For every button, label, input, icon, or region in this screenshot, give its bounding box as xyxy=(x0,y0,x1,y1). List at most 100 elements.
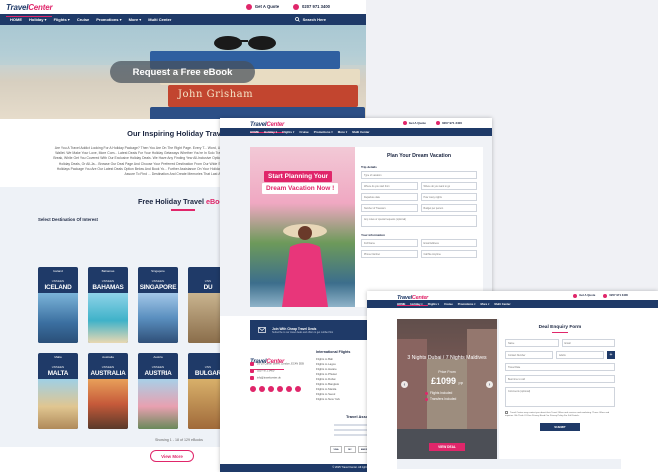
contact-number-input[interactable]: Contact Number xyxy=(505,351,553,359)
card-image xyxy=(138,379,178,429)
footer-link[interactable]: Flights to Phuket xyxy=(316,372,337,376)
facebook-icon[interactable] xyxy=(250,386,256,392)
nav-cruise[interactable]: Cruise xyxy=(77,17,89,22)
nav-home[interactable]: HOME xyxy=(10,17,22,22)
nav-flights[interactable]: Flights ▾ xyxy=(282,130,294,134)
nav-home[interactable]: HOME xyxy=(397,302,405,306)
footer-link[interactable]: Flights to Manila xyxy=(316,387,336,391)
special-requests-input[interactable]: Any notes or special requests (optional) xyxy=(361,215,477,227)
footer-link[interactable]: Flights to Bali xyxy=(316,357,333,361)
nav-holiday[interactable]: Holiday ▾ xyxy=(29,17,47,22)
best-time-select[interactable]: Best time to call xyxy=(505,375,615,383)
nav-more[interactable]: More ▾ xyxy=(338,130,348,134)
card-name: MALTA xyxy=(47,370,69,377)
footer-link[interactable]: Flights to Dubai xyxy=(316,377,335,381)
twitter-icon[interactable] xyxy=(259,386,265,392)
header-contacts: Get A Quote 0207 971 3400 xyxy=(573,293,628,298)
nav-more[interactable]: More ▾ xyxy=(129,17,142,22)
phone-link[interactable]: 0207 971 3400 xyxy=(293,4,330,10)
checkbox-icon[interactable] xyxy=(505,411,508,414)
nav-more[interactable]: More ▾ xyxy=(481,302,490,306)
vacation-type-select[interactable]: Type of vacation xyxy=(361,171,477,179)
nav-multi-center[interactable]: Multi Center xyxy=(494,302,510,306)
youtube-icon[interactable] xyxy=(277,386,283,392)
phone-icon xyxy=(435,121,440,126)
ebook-card-singapore[interactable]: Singapore UNSEEN SINGAPORE xyxy=(138,267,178,343)
phone-input[interactable]: Phone Number xyxy=(361,250,418,258)
search-icon xyxy=(294,17,300,22)
ebook-card-malta[interactable]: Malta UNSEEN MALTA xyxy=(38,353,78,429)
email-input[interactable]: Email Address xyxy=(420,239,477,247)
ebook-card-austria[interactable]: Austria UNSEEN AUSTRIA xyxy=(138,353,178,429)
travelers-select[interactable]: Number of Travelers xyxy=(361,204,418,212)
instagram-icon[interactable] xyxy=(268,386,274,392)
promo-line-2: Dream Vacation Now ! xyxy=(262,183,339,194)
woman-with-hat-image xyxy=(282,224,328,307)
submit-button[interactable]: SUBMIT xyxy=(540,423,580,432)
nav-multi-center[interactable]: Multi Center xyxy=(148,17,171,22)
nav-flights[interactable]: Flights ▾ xyxy=(54,17,70,22)
view-deal-button[interactable]: VIEW DEAL xyxy=(429,443,465,451)
view-more-button[interactable]: View More xyxy=(150,450,194,462)
pinterest-icon[interactable] xyxy=(295,386,301,392)
card-pre: UNSEEN xyxy=(101,280,115,283)
ebook-card-bahamas[interactable]: Bahamas UNSEEN BAHAMAS xyxy=(88,267,128,343)
consent-checkbox[interactable]: Travel Center may contact you about thei… xyxy=(505,411,615,418)
phone-link[interactable]: 0207 971 3400 xyxy=(603,293,628,298)
ebook-card-iceland[interactable]: Iceland UNSEEN ICELAND xyxy=(38,267,78,343)
footer-link[interactable]: Flights to Lagos xyxy=(316,362,336,366)
card-image xyxy=(38,379,78,429)
footer-phone[interactable]: 0207 971 3400 xyxy=(250,369,274,373)
nav-home[interactable]: HOME xyxy=(250,130,259,134)
promo-line-1: Start Planning Your xyxy=(264,171,333,182)
name-input[interactable]: Name xyxy=(505,339,559,347)
site-logo[interactable]: TravelCenter xyxy=(6,0,53,17)
nav-flights[interactable]: Flights ▾ xyxy=(428,302,439,306)
nights-select[interactable]: How many nights xyxy=(420,193,477,201)
get-quote-link[interactable]: Get A Quote xyxy=(245,4,279,10)
nav-holiday[interactable]: Holiday ▾ xyxy=(410,302,422,306)
nav-promotions[interactable]: Promotions ▾ xyxy=(314,130,333,134)
promo-image: Start Planning Your Dream Vacation Now ! xyxy=(250,147,360,307)
nav-multi-center[interactable]: Multi Center xyxy=(352,130,369,134)
start-from-input[interactable]: Where do you start from xyxy=(361,182,418,190)
card-pre: UNSEEN xyxy=(101,366,115,369)
nav-promotions[interactable]: Promotions ▾ xyxy=(458,302,476,306)
prev-arrow-icon[interactable]: ‹ xyxy=(401,381,408,388)
adults-select[interactable]: Adults xyxy=(556,351,604,359)
comments-textarea[interactable]: Comments (optional) xyxy=(505,387,615,407)
get-quote-link[interactable]: Get A Quote xyxy=(402,121,426,126)
footer-link[interactable]: Flights to Seoul xyxy=(316,392,335,396)
deal-enquiry-screenshot: TravelCenter Get A Quote 0207 971 3400 H… xyxy=(367,291,658,472)
footer-email[interactable]: info@travelcenter.uk xyxy=(250,376,281,380)
email-input[interactable]: Email xyxy=(561,339,615,347)
check-icon xyxy=(425,397,428,401)
card-pre: UNSEEN xyxy=(151,366,165,369)
add-traveler-button[interactable]: + xyxy=(607,351,615,359)
destination-input[interactable]: Where do you want to go xyxy=(420,182,477,190)
card-tag: Malta xyxy=(54,355,62,359)
card-tag: Bahamas xyxy=(101,269,115,273)
footer-link[interactable]: Flights to Harare xyxy=(316,367,337,371)
linkedin-icon[interactable] xyxy=(286,386,292,392)
nav-holiday[interactable]: Holiday ▾ xyxy=(264,130,277,134)
travel-date-input[interactable]: Travel Date xyxy=(505,363,615,371)
footer-link[interactable]: Flights to New York xyxy=(316,397,340,401)
full-name-input[interactable]: Full Name xyxy=(361,239,418,247)
nav-cruise[interactable]: Cruise xyxy=(299,130,308,134)
card-tag: Austria xyxy=(153,355,163,359)
departure-date-input[interactable]: Departure date xyxy=(361,193,418,201)
contact-pref-select[interactable]: Call Me Anytime xyxy=(420,250,477,258)
ebook-card-australia[interactable]: Australia UNSEEN AUSTRALIA xyxy=(88,353,128,429)
phone-link[interactable]: 0207 971 3400 xyxy=(435,121,462,126)
request-ebook-button[interactable]: Request a Free eBook xyxy=(110,61,255,83)
nav-promotions[interactable]: Promotions ▾ xyxy=(96,17,121,22)
get-quote-link[interactable]: Get A Quote xyxy=(573,293,595,298)
footer-link[interactable]: Flights to Bangkok xyxy=(316,382,339,386)
budget-select[interactable]: Budget per person xyxy=(420,204,477,212)
next-arrow-icon[interactable]: › xyxy=(486,381,493,388)
nav-cruise[interactable]: Cruise xyxy=(444,302,453,306)
footer-logo[interactable]: TravelCenter xyxy=(250,350,284,370)
search-link[interactable]: Search Here xyxy=(294,17,326,22)
top-bar: TravelCenter Get A Quote 0207 971 3400 xyxy=(0,0,366,17)
